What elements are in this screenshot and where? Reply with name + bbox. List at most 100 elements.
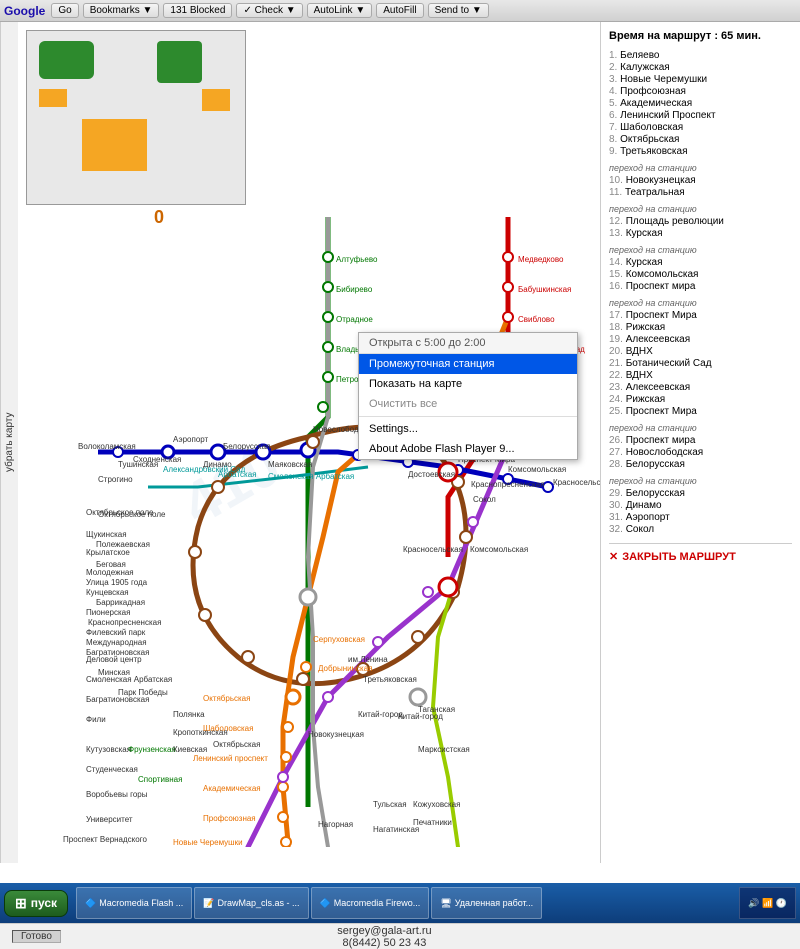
transfer5-label: переход на станцию <box>609 423 792 433</box>
svg-text:Печатники: Печатники <box>413 818 452 827</box>
svg-text:Красносельская: Красносельская <box>553 478 600 487</box>
station-27: 27. Новослободская <box>609 447 792 458</box>
fireworks-label: Macromedia Firewo... <box>334 898 421 908</box>
send-to-button[interactable]: Send to ▼ <box>428 3 489 18</box>
close-route-label: ЗАКРЫТЬ МАРШРУТ <box>622 551 736 563</box>
start-button[interactable]: ⊞ пуск <box>4 890 68 917</box>
svg-text:Аэропорт: Аэропорт <box>173 435 209 444</box>
station-12: 12. Площадь революции <box>609 216 792 227</box>
flash-label: Macromedia Flash ... <box>99 898 183 908</box>
start-label: пуск <box>31 896 57 910</box>
status-bar: Готово sergey@gala-art.ru 8(8442) 50 23 … <box>0 923 800 949</box>
station-17: 17. Проспект Мира <box>609 310 792 321</box>
station-25: 25. Проспект Мира <box>609 406 792 417</box>
fireworks-icon: 🔷 <box>320 898 331 909</box>
svg-text:Пионерская: Пионерская <box>86 608 130 617</box>
transfer4-label: переход на станцию <box>609 298 792 308</box>
transfer3-label: переход на станцию <box>609 245 792 255</box>
bookmarks-button[interactable]: Bookmarks ▼ <box>83 3 160 18</box>
station-32: 32. Сокол <box>609 524 792 535</box>
station-4: 4. Профсоюзная <box>609 86 792 97</box>
autofill-button[interactable]: AutoFill <box>376 3 423 18</box>
svg-text:Филевский парк: Филевский парк <box>86 628 146 637</box>
svg-text:Комсомольская: Комсомольская <box>508 465 566 474</box>
svg-text:Краснопресненская: Краснопресненская <box>88 618 161 627</box>
go-button[interactable]: Go <box>51 3 78 18</box>
svg-text:Серпуховская: Серпуховская <box>313 635 365 644</box>
context-menu-clear-all[interactable]: Очистить все <box>359 394 577 414</box>
taskbar-fireworks-item[interactable]: 🔷 Macromedia Firewo... <box>311 887 430 919</box>
svg-text:Добрынинская: Добрынинская <box>318 664 373 673</box>
svg-text:Бабушкинская: Бабушкинская <box>518 285 571 294</box>
svg-text:Новокузнецкая: Новокузнецкая <box>308 730 364 739</box>
svg-text:Крылатское: Крылатское <box>86 548 130 557</box>
station-15: 15. Комсомольская <box>609 269 792 280</box>
station-26: 26. Проспект мира <box>609 435 792 446</box>
drawmap-icon: 📝 <box>203 898 214 909</box>
svg-text:Щукинская: Щукинская <box>86 530 127 539</box>
svg-text:Сходненская: Сходненская <box>133 455 181 464</box>
context-menu-settings[interactable]: Settings... <box>359 419 577 439</box>
svg-text:Комсомольская: Комсомольская <box>470 545 528 554</box>
svg-text:Фрунзенская: Фрунзенская <box>128 745 176 754</box>
station-30: 30. Динамо <box>609 500 792 511</box>
svg-text:Октябрьская: Октябрьская <box>203 694 250 703</box>
transfer5-list: 26. Проспект мира 27. Новослободская 28.… <box>609 435 792 470</box>
svg-text:Багратионовская: Багратионовская <box>86 648 149 657</box>
browser-toolbar: Google Go Bookmarks ▼ 131 Blocked ✓ Chec… <box>0 0 800 22</box>
svg-text:Марксистская: Марксистская <box>418 745 470 754</box>
taskbar-drawmap-item[interactable]: 📝 DrawMap_cls.as - ... <box>194 887 308 919</box>
transfer1-label: переход на станцию <box>609 163 792 173</box>
transfer4-list: 17. Проспект Мира 18. Рижская 19. Алексе… <box>609 310 792 417</box>
station-19: 19. Алексеевская <box>609 334 792 345</box>
taskbar-flash-item[interactable]: 🔷 Macromedia Flash ... <box>76 887 192 919</box>
svg-text:Профсоюзная: Профсоюзная <box>203 814 256 823</box>
sidebar-hide-map[interactable]: убрать карту <box>0 22 18 863</box>
svg-text:Бибирево: Бибирево <box>336 285 373 294</box>
blocked-button[interactable]: 131 Blocked <box>163 3 232 18</box>
autolink-button[interactable]: AutoLink ▼ <box>307 3 373 18</box>
station-29: 29. Белорусская <box>609 488 792 499</box>
map-area: 0 410 <box>18 22 600 863</box>
svg-text:Молодежная: Молодежная <box>86 568 134 577</box>
svg-text:Полянка: Полянка <box>173 710 205 719</box>
station-16: 16. Проспект мира <box>609 281 792 292</box>
station-7: 7. Шаболовская <box>609 122 792 133</box>
info-panel: Время на маршрут : 65 мин. 1. Беляево 2.… <box>600 22 800 863</box>
station-20: 20. ВДНХ <box>609 346 792 357</box>
station-10: 10. Новокузнецкая <box>609 175 792 186</box>
svg-text:Кунцевская: Кунцевская <box>86 588 129 597</box>
svg-text:Смоленская Арбатская: Смоленская Арбатская <box>268 472 354 481</box>
svg-text:Минская: Минская <box>98 668 130 677</box>
station-8: 8. Октябрьская <box>609 134 792 145</box>
taskbar-remote-item[interactable]: 🖥 Удаленная работ... <box>431 887 542 919</box>
svg-text:Нагорная: Нагорная <box>318 820 353 829</box>
close-route-button[interactable]: ✕ ЗАКРЫТЬ МАРШРУТ <box>609 543 792 563</box>
svg-text:Свиблово: Свиблово <box>518 315 555 324</box>
taskbar-tray: 🔊 📶 🕐 <box>739 887 796 919</box>
transfer1-list: 10. Новокузнецкая 11. Театральная <box>609 175 792 198</box>
taskbar: ⊞ пуск 🔷 Macromedia Flash ... 📝 DrawMap_… <box>0 883 800 923</box>
mini-map-green2 <box>157 41 202 83</box>
context-menu-about-flash[interactable]: About Adobe Flash Player 9... <box>359 439 577 459</box>
station-21: 21. Ботанический Сад <box>609 358 792 369</box>
transfer2-label: переход на станцию <box>609 204 792 214</box>
station-28: 28. Белорусская <box>609 459 792 470</box>
svg-text:Волоколамская: Волоколамская <box>78 442 136 451</box>
context-menu-show-on-map[interactable]: Показать на карте <box>359 374 577 394</box>
check-button[interactable]: ✓ Check ▼ <box>236 3 302 18</box>
google-logo: Google <box>4 4 45 18</box>
transfer2-list: 12. Площадь революции 13. Курская <box>609 216 792 239</box>
svg-text:Академическая: Академическая <box>203 784 261 793</box>
svg-text:Международная: Международная <box>86 638 147 647</box>
route-time-title: Время на маршрут : 65 мин. <box>609 30 792 42</box>
svg-text:Парк Победы: Парк Победы <box>118 688 168 697</box>
svg-text:Киевская: Киевская <box>173 745 207 754</box>
status-ready: Готово <box>12 930 61 943</box>
svg-text:Баррикадная: Баррикадная <box>96 598 145 607</box>
context-menu-intermediate[interactable]: Промежуточная станция <box>359 354 577 374</box>
station-6: 6. Ленинский Проспект <box>609 110 792 121</box>
mini-map-green1 <box>39 41 94 79</box>
svg-text:Улица 1905 года: Улица 1905 года <box>86 578 148 587</box>
svg-text:Воробьевы горы: Воробьевы горы <box>86 790 148 799</box>
